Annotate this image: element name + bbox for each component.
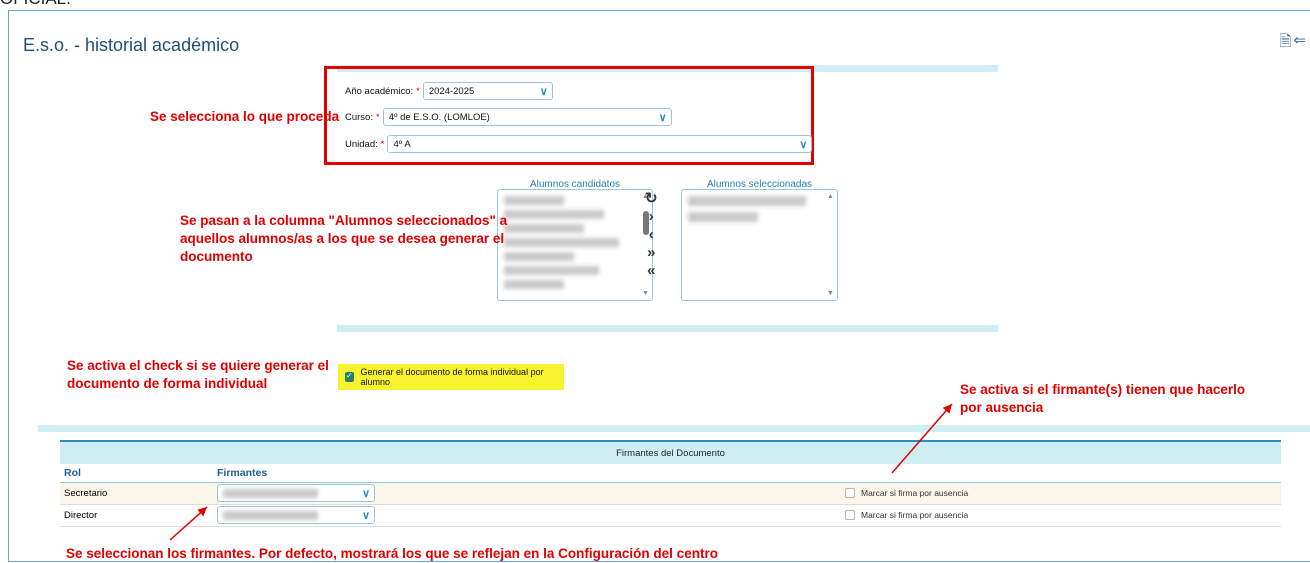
unit-value: 4º A xyxy=(393,138,411,150)
chevron-down-icon: ∨ xyxy=(799,138,808,151)
annotation-transfer: Se pasan a la columna "Alumnos seleccion… xyxy=(180,212,507,266)
required-mark: * xyxy=(380,138,385,150)
selected-list[interactable]: ▲ ▼ xyxy=(681,189,838,301)
individual-document-option[interactable]: Generar el documento de forma individual… xyxy=(338,364,564,390)
scrollbar[interactable]: ▲ ▼ xyxy=(827,193,835,297)
year-select[interactable]: 2024-2025 ∨ xyxy=(422,82,553,100)
top-actions: 🗎 ⇐ xyxy=(1279,31,1306,56)
move-left-icon[interactable]: ‹ xyxy=(649,226,654,244)
move-all-left-icon[interactable]: « xyxy=(647,262,655,280)
annotation-line: Se activa el check si se quiere generar … xyxy=(67,358,329,373)
transfer-controls: ↻ › ‹ » « xyxy=(645,190,658,280)
signers-table: Firmantes del Documento Rol Firmantes Se… xyxy=(60,440,1281,527)
scroll-down-icon[interactable]: ▼ xyxy=(642,290,649,297)
course-field: Curso: * 4º de E.S.O. (LOMLOE) ∨ xyxy=(345,108,672,126)
page-title: E.s.o. - historial académico xyxy=(23,35,240,55)
course-label: Curso: xyxy=(345,111,373,123)
candidates-list[interactable]: ▲ ▼ xyxy=(497,189,653,301)
annotation-individual: Se activa el check si se quiere generar … xyxy=(67,357,329,393)
absence-option[interactable]: Marcar si firma por ausencia xyxy=(845,488,1277,498)
scroll-up-icon[interactable]: ▲ xyxy=(827,193,834,200)
cut-off-text: OFICIAL. xyxy=(0,0,71,9)
list-item[interactable] xyxy=(504,252,574,261)
move-right-icon[interactable]: › xyxy=(649,208,654,226)
scroll-down-icon[interactable]: ▼ xyxy=(827,290,834,297)
move-all-right-icon[interactable]: » xyxy=(647,244,655,262)
unit-field: Unidad: * 4º A ∨ xyxy=(345,135,813,153)
annotation-absence: Se activa si el firmante(s) tienen que h… xyxy=(960,381,1245,417)
required-mark: * xyxy=(375,111,380,123)
absence-label: Marcar si firma por ausencia xyxy=(861,510,969,520)
annotation-line: Se activa si el firmante(s) tienen que h… xyxy=(960,382,1246,397)
year-value: 2024-2025 xyxy=(428,85,475,97)
document-icon[interactable]: 🗎 xyxy=(1279,31,1291,56)
annotation-line: documento xyxy=(180,249,253,264)
signers-table-title: Firmantes del Documento xyxy=(60,440,1281,464)
list-item[interactable] xyxy=(504,196,564,205)
list-item[interactable] xyxy=(504,238,619,247)
signer-select[interactable]: ∨ xyxy=(217,484,375,502)
list-item[interactable] xyxy=(688,212,758,222)
column-header-role: Rol xyxy=(64,466,81,479)
year-label: Año académico: xyxy=(345,85,414,97)
section-band-bottom xyxy=(38,425,1310,432)
annotation-signers: Se seleccionan los firmantes. Por defect… xyxy=(66,546,718,561)
column-header-signers: Firmantes xyxy=(217,466,268,479)
annotation-line: aquellos alumnos/as a los que se desea g… xyxy=(180,231,505,246)
annotation-line: por ausencia xyxy=(960,400,1044,415)
list-item[interactable] xyxy=(688,196,806,206)
unit-label: Unidad: xyxy=(345,138,378,150)
role-cell: Director xyxy=(64,509,98,521)
annotation-line: documento de forma individual xyxy=(67,376,268,391)
refresh-icon[interactable]: ↻ xyxy=(645,190,658,208)
absence-option[interactable]: Marcar si firma por ausencia xyxy=(845,510,1277,520)
chevron-down-icon: ∨ xyxy=(658,111,667,124)
list-item[interactable] xyxy=(504,224,584,233)
signer-select[interactable]: ∨ xyxy=(217,506,375,524)
list-item[interactable] xyxy=(504,266,599,275)
chevron-down-icon: ∨ xyxy=(361,487,370,500)
unit-select[interactable]: 4º A ∨ xyxy=(387,135,813,153)
absence-checkbox[interactable] xyxy=(845,488,855,498)
list-item[interactable] xyxy=(504,280,564,289)
individual-checkbox-label: Generar el documento de forma individual… xyxy=(360,367,544,387)
list-item[interactable] xyxy=(504,210,604,219)
chevron-down-icon: ∨ xyxy=(539,85,548,98)
section-band-middle xyxy=(337,325,998,332)
role-cell: Secretario xyxy=(64,487,108,499)
chevron-down-icon: ∨ xyxy=(361,509,370,522)
back-icon[interactable]: ⇐ xyxy=(1293,31,1306,56)
table-row: Director ∨ Marcar si firma por ausencia xyxy=(60,504,1281,526)
absence-label: Marcar si firma por ausencia xyxy=(861,488,969,498)
signer-value xyxy=(223,488,318,498)
course-value: 4º de E.S.O. (LOMLOE) xyxy=(388,111,490,123)
year-field: Año académico: * 2024-2025 ∨ xyxy=(345,82,553,100)
signer-value xyxy=(223,510,318,520)
individual-checkbox[interactable] xyxy=(345,371,355,382)
annotation-select: Se selecciona lo que proceda xyxy=(150,109,340,124)
absence-checkbox[interactable] xyxy=(845,510,855,520)
table-row: Secretario ∨ Marcar si firma por ausenci… xyxy=(60,482,1281,504)
course-select[interactable]: 4º de E.S.O. (LOMLOE) ∨ xyxy=(382,108,672,126)
annotation-line: Se pasan a la columna "Alumnos seleccion… xyxy=(180,213,508,228)
required-mark: * xyxy=(416,85,420,97)
